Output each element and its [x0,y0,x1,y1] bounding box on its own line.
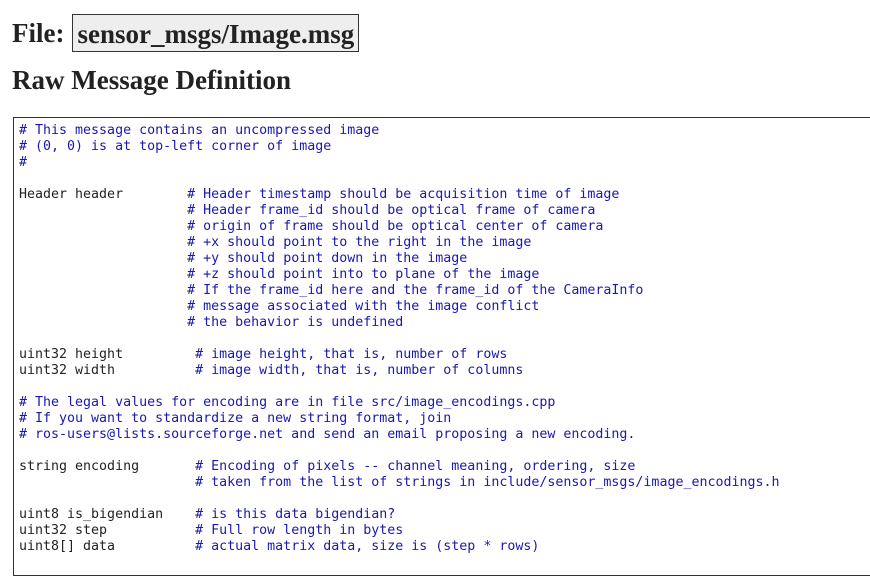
field-comment: # origin of frame should be optical cent… [187,219,604,234]
field-declaration [19,251,187,266]
definition-line: # +z should point into to plane of the i… [19,267,870,283]
field-comment: # taken from the list of strings in incl… [195,475,780,490]
field-comment: # Header frame_id should be optical fram… [187,203,596,218]
definition-line: # The legal values for encoding are in f… [19,395,870,411]
definition-line: uint32 step # Full row length in bytes [19,523,870,539]
definition-line [19,331,870,347]
definition-line: # If you want to standardize a new strin… [19,411,870,427]
file-label: File: [12,18,65,48]
field-comment: # ros-users@lists.sourceforge.net and se… [19,427,636,442]
definition-line [19,491,870,507]
field-declaration [19,299,187,314]
definition-line: # +x should point to the right in the im… [19,235,870,251]
field-comment: # the behavior is undefined [187,315,404,330]
definition-line: uint8[] data # actual matrix data, size … [19,539,870,555]
field-declaration: Header header [19,187,188,202]
definition-line: # +y should point down in the image [19,251,870,267]
field-comment: # If you want to standardize a new strin… [19,411,452,426]
definition-line: # message associated with the image conf… [19,299,870,315]
field-declaration [19,203,187,218]
field-comment: # image width, that is, number of column… [195,363,524,378]
field-comment: # Header timestamp should be acquisition… [187,187,620,202]
field-declaration [19,235,187,250]
definition-line: uint8 is_bigendian # is this data bigend… [19,507,870,523]
section-title: Raw Message Definition [12,65,291,95]
field-comment: # +z should point into to plane of the i… [187,267,540,282]
field-comment: # +y should point down in the image [187,251,468,266]
definition-line: # If the frame_id here and the frame_id … [19,283,870,299]
definition-line: # the behavior is undefined [19,315,870,331]
definition-line: # [19,155,870,171]
field-declaration [19,219,187,234]
field-declaration [19,475,195,490]
field-declaration [19,315,187,330]
field-comment: # image height, that is, number of rows [195,347,508,362]
field-declaration: uint32 height [19,347,196,362]
message-definition-box: # This message contains an uncompressed … [13,117,870,576]
field-declaration: string encoding [19,459,196,474]
definition-line: uint32 height # image height, that is, n… [19,347,870,363]
field-comment: # actual matrix data, size is (step * ro… [195,539,540,554]
definition-line: uint32 width # image width, that is, num… [19,363,870,379]
field-comment: # If the frame_id here and the frame_id … [187,283,644,298]
definition-line [19,443,870,459]
field-comment: # Encoding of pixels -- channel meaning,… [195,459,636,474]
message-definition-code: # This message contains an uncompressed … [19,123,870,555]
definition-line: # taken from the list of strings in incl… [19,475,870,491]
field-declaration: uint32 width [19,363,196,378]
field-comment: # message associated with the image conf… [187,299,540,314]
field-comment: # (0, 0) is at top-left corner of image [19,139,332,154]
field-declaration: uint8 is_bigendian [19,507,196,522]
definition-line: Header header # Header timestamp should … [19,187,870,203]
definition-line: # Header frame_id should be optical fram… [19,203,870,219]
field-comment: # Full row length in bytes [195,523,404,538]
file-name: sensor_msgs/Image.msg [72,14,360,52]
definition-line: string encoding # Encoding of pixels -- … [19,459,870,475]
definition-line [19,171,870,187]
field-comment: # [19,155,28,170]
definition-line: # origin of frame should be optical cent… [19,219,870,235]
definition-line: # ros-users@lists.sourceforge.net and se… [19,427,870,443]
field-declaration [19,283,187,298]
definition-line: # This message contains an uncompressed … [19,123,870,139]
field-comment: # is this data bigendian? [195,507,396,522]
field-comment: # +x should point to the right in the im… [187,235,532,250]
field-comment: # This message contains an uncompressed … [19,123,380,138]
definition-line [19,379,870,395]
field-declaration: uint32 step [19,523,196,538]
definition-line: # (0, 0) is at top-left corner of image [19,139,870,155]
file-heading: File: sensor_msgs/Image.msg [12,13,360,53]
field-declaration: uint8[] data [19,539,196,554]
field-declaration [19,267,187,282]
field-comment: # The legal values for encoding are in f… [19,395,556,410]
